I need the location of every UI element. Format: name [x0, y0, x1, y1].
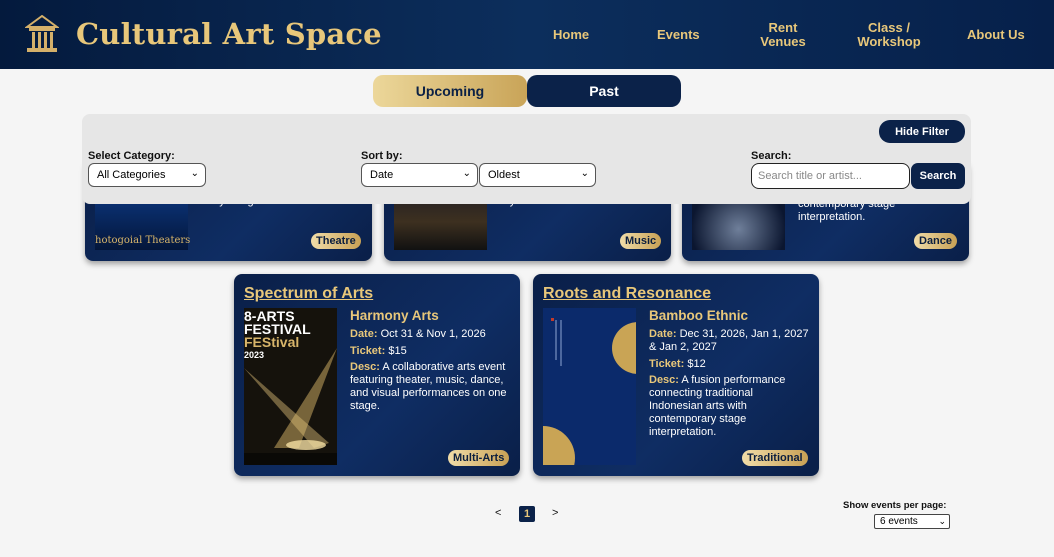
- sort-order-value: Oldest: [488, 169, 520, 181]
- pagination-next[interactable]: >: [552, 507, 558, 519]
- category-badge: Multi-Arts: [448, 450, 510, 466]
- nav-rent-line2: Venues: [760, 34, 806, 49]
- per-page-select[interactable]: 6 events ⌄: [874, 514, 950, 529]
- event-card-spectrum[interactable]: Spectrum of Arts 8-ARTS FESTIVAL FEStiva…: [234, 274, 520, 476]
- event-date: Date: Dec 31, 2026, Jan 1, 2027 & Jan 2,…: [649, 328, 809, 354]
- card-title[interactable]: Roots and Resonance: [543, 285, 711, 303]
- nav-class-line1: Class /: [868, 20, 910, 35]
- ticket-label: Ticket:: [649, 358, 685, 370]
- chevron-down-icon: ⌄: [580, 168, 589, 179]
- sort-label: Sort by:: [361, 150, 403, 162]
- search-button[interactable]: Search: [911, 163, 965, 189]
- chevron-down-icon: ⌄: [938, 516, 946, 526]
- poster-text: hotogoial Theaters: [95, 235, 191, 246]
- per-page-value: 6 events: [880, 516, 918, 527]
- category-badge: Traditional: [742, 450, 808, 466]
- hide-filter-button[interactable]: Hide Filter: [879, 120, 965, 143]
- date-label: Date:: [649, 328, 677, 340]
- navbar: Cultural Art Space Home Events Rent Venu…: [0, 0, 1054, 69]
- category-badge: Theatre: [311, 233, 361, 249]
- date-label: Date:: [350, 328, 378, 340]
- sort-field-value: Date: [370, 169, 394, 181]
- per-page-label: Show events per page:: [843, 500, 947, 511]
- sort-order-select[interactable]: Oldest ⌄: [479, 163, 596, 187]
- nav-about[interactable]: About Us: [967, 28, 1025, 42]
- desc-label: Desc:: [649, 374, 679, 386]
- nav-class-line2: Workshop: [857, 34, 921, 49]
- desc-label: Desc:: [350, 361, 380, 373]
- tab-past[interactable]: Past: [527, 75, 681, 107]
- category-badge: Music: [620, 233, 662, 249]
- sort-field-select[interactable]: Date ⌄: [361, 163, 478, 187]
- category-badge: Dance: [914, 233, 958, 249]
- category-select-value: All Categories: [97, 169, 166, 181]
- poster-line3: FEStival: [244, 334, 300, 350]
- chevron-down-icon: ⌄: [190, 168, 199, 179]
- tab-upcoming[interactable]: Upcoming: [373, 75, 527, 107]
- card-title[interactable]: Spectrum of Arts: [244, 285, 373, 303]
- ticket-label: Ticket:: [350, 345, 386, 357]
- brand-name[interactable]: Cultural Art Space: [76, 17, 382, 51]
- event-card-roots[interactable]: Roots and Resonance Bamboo Ethnic Date: …: [533, 274, 819, 476]
- pagination-current[interactable]: 1: [519, 506, 535, 522]
- poster-year: 2023: [244, 350, 265, 360]
- search-input[interactable]: Search title or artist...: [751, 163, 910, 189]
- nav-rent-venues[interactable]: Rent Venues: [757, 21, 809, 49]
- nav-class-workshop[interactable]: Class / Workshop: [856, 21, 922, 49]
- pagination-prev[interactable]: <: [495, 507, 501, 519]
- nav-home[interactable]: Home: [553, 28, 589, 42]
- chevron-down-icon: ⌄: [462, 168, 471, 179]
- ticket-value: $15: [388, 345, 407, 357]
- nav-events[interactable]: Events: [657, 28, 700, 42]
- category-label: Select Category:: [88, 150, 175, 162]
- category-select[interactable]: All Categories ⌄: [88, 163, 206, 187]
- ticket-value: $12: [687, 358, 706, 370]
- event-ticket: Ticket: $12: [649, 358, 706, 371]
- date-value: Oct 31 & Nov 1, 2026: [380, 328, 486, 340]
- event-name: Bamboo Ethnic: [649, 308, 749, 323]
- search-label: Search:: [751, 150, 792, 162]
- event-date: Date: Oct 31 & Nov 1, 2026: [350, 328, 486, 341]
- event-name: Harmony Arts: [350, 308, 439, 323]
- nav-rent-line1: Rent: [768, 20, 798, 35]
- event-ticket: Ticket: $15: [350, 345, 407, 358]
- filter-panel: [82, 114, 971, 204]
- event-desc: Desc: A fusion performance connecting tr…: [649, 374, 809, 439]
- poster-image: [543, 308, 636, 465]
- event-desc: Desc: A collaborative arts event featuri…: [350, 361, 512, 413]
- poster-title: 8-ARTS FESTIVAL FEStival 2023: [244, 309, 311, 362]
- building-logo-icon[interactable]: [25, 15, 59, 53]
